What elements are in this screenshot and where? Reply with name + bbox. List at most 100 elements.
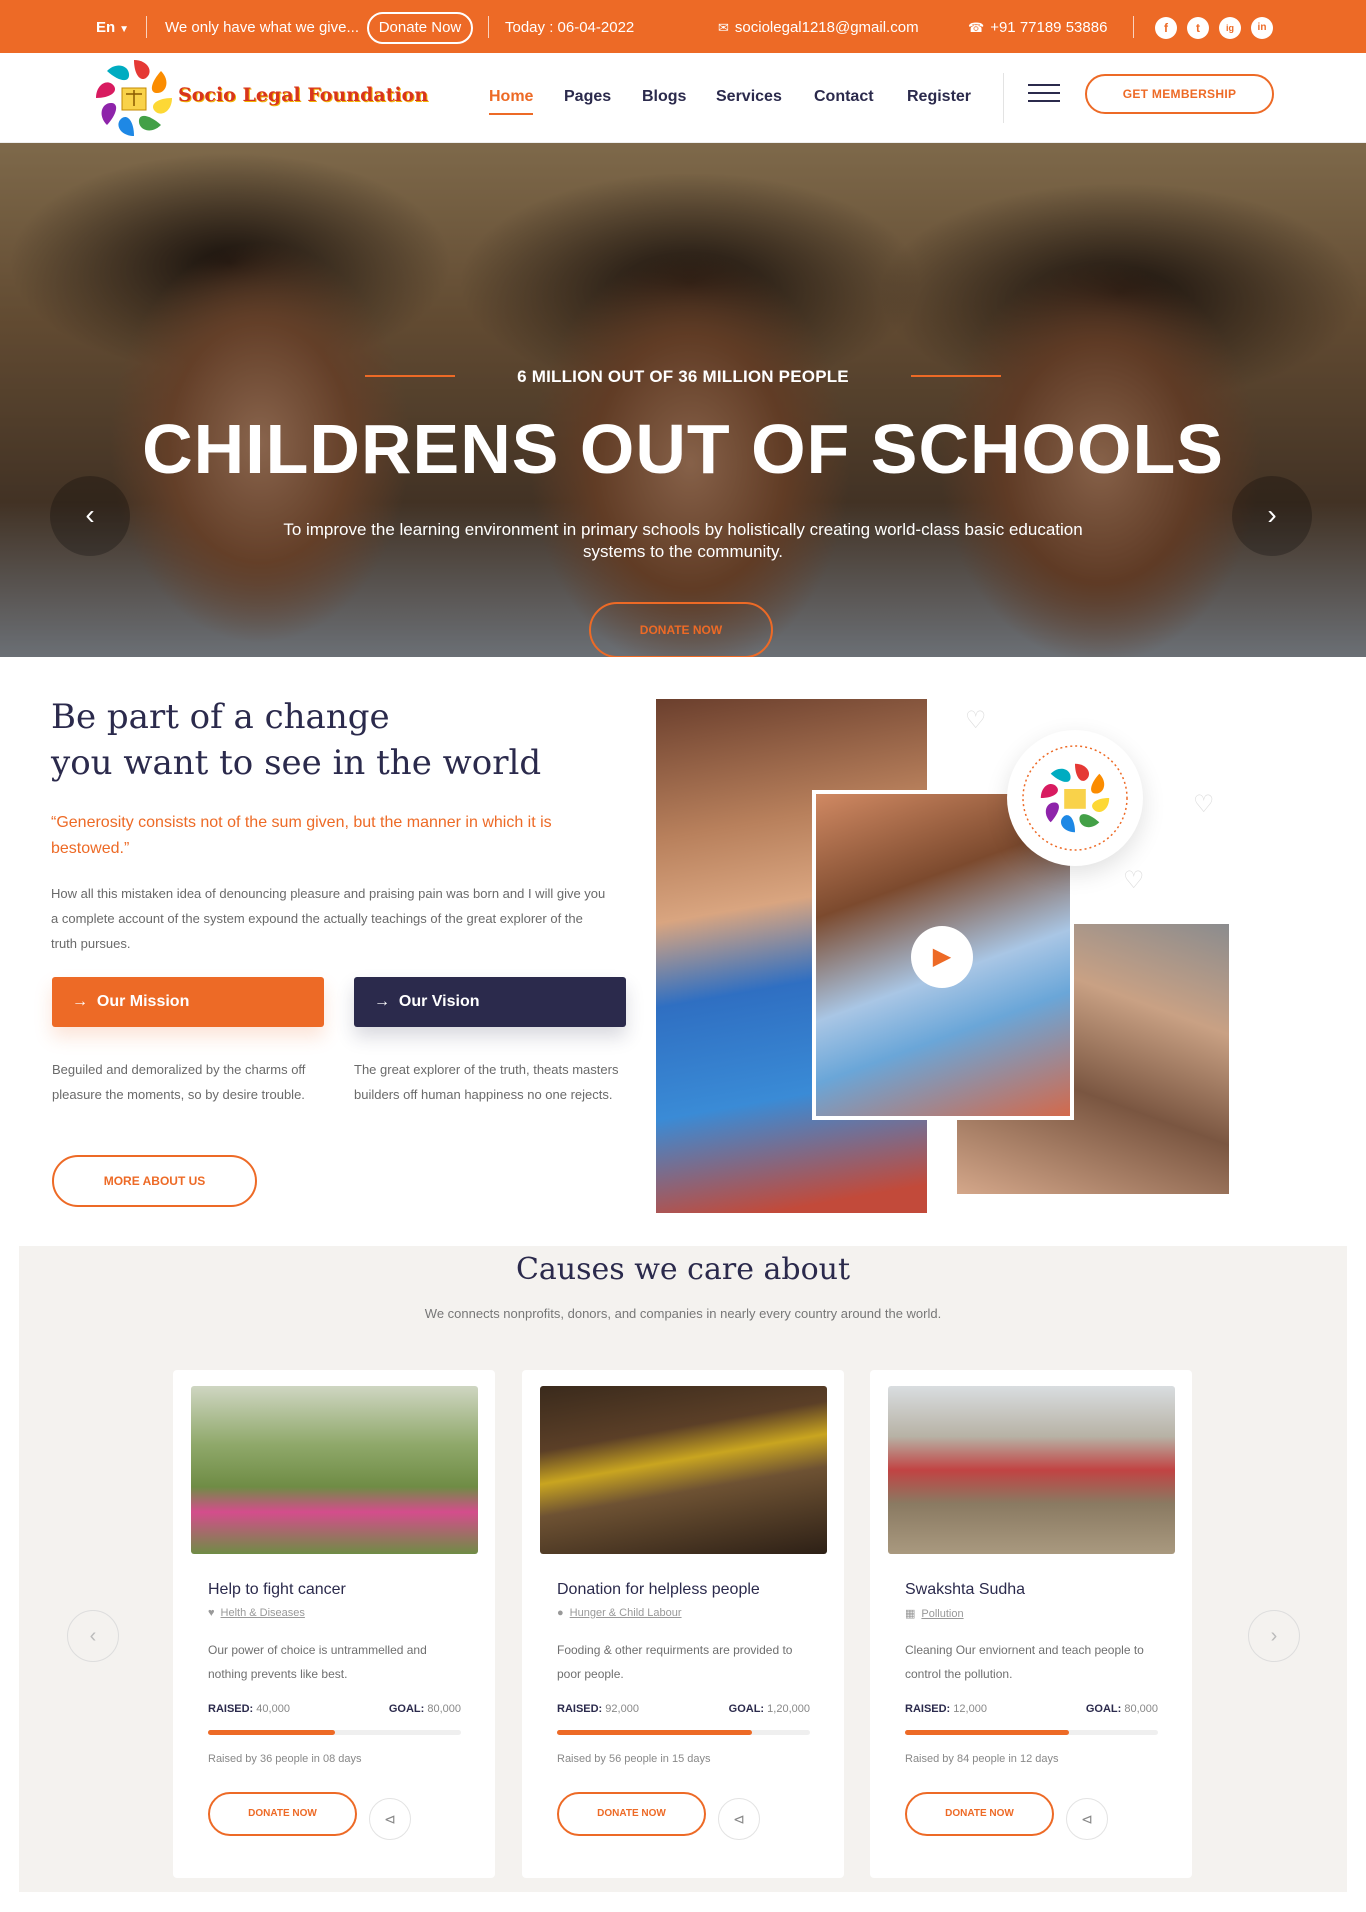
linkedin-icon[interactable]: in: [1251, 17, 1273, 39]
goal-amount: GOAL: 80,000: [389, 1703, 461, 1715]
hero-donate-button[interactable]: DONATE NOW: [589, 602, 773, 657]
share-icon[interactable]: ⊲: [718, 1798, 760, 1840]
divider: [1003, 73, 1004, 123]
progress-bar: [208, 1730, 461, 1735]
about-paragraph: How all this mistaken idea of denouncing…: [51, 886, 606, 951]
our-mission-button[interactable]: → Our Mission: [52, 977, 324, 1027]
chevron-right-icon[interactable]: ›: [1248, 1610, 1300, 1662]
about-title: Be part of a change you want to see in t…: [51, 694, 541, 786]
brand-name[interactable]: Socio Legal Foundation: [178, 84, 428, 106]
cause-image: [888, 1386, 1175, 1554]
raised-byline: Raised by 84 people in 12 days: [905, 1753, 1059, 1765]
donate-now-button[interactable]: DONATE NOW: [208, 1792, 357, 1836]
divider: [488, 16, 489, 38]
raised-amount: RAISED: 92,000: [557, 1703, 639, 1715]
donate-now-pill[interactable]: Donate Now: [367, 12, 473, 44]
cause-description: Fooding & other requirments are provided…: [557, 1643, 793, 1681]
hero-slider: 6 MILLION OUT OF 36 MILLION PEOPLE CHILD…: [0, 143, 1366, 657]
hero-pretitle: 6 MILLION OUT OF 36 MILLION PEOPLE: [517, 367, 849, 386]
nav-home[interactable]: Home: [489, 88, 533, 106]
cause-card: Help to fight cancer ♥ Helth & Diseases O…: [173, 1370, 495, 1878]
hamburger-menu-icon[interactable]: [1028, 84, 1060, 104]
top-bar: En ▼ We only have what we give... Donate …: [0, 0, 1366, 53]
raised-byline: Raised by 36 people in 08 days: [208, 1753, 362, 1765]
goal-value: 80,000: [427, 1703, 461, 1715]
language-selector[interactable]: En ▼: [96, 19, 129, 36]
category-link[interactable]: Helth & Diseases: [221, 1607, 305, 1619]
chevron-left-icon[interactable]: ‹: [50, 476, 130, 556]
heart-icon: ♡: [1123, 867, 1145, 894]
our-vision-button[interactable]: → Our Vision: [354, 977, 626, 1027]
vision-text: The great explorer of the truth, theats …: [354, 1062, 619, 1102]
goal-value: 1,20,000: [767, 1703, 810, 1715]
phone-icon: ☎: [968, 20, 985, 35]
more-about-us-button[interactable]: MORE ABOUT US: [52, 1155, 257, 1207]
heart-icon: ♡: [1193, 791, 1215, 818]
donate-now-button[interactable]: DONATE NOW: [557, 1792, 706, 1836]
nav-blogs[interactable]: Blogs: [642, 88, 686, 106]
progress-fill: [905, 1730, 1070, 1735]
category-link[interactable]: Pollution: [921, 1608, 963, 1620]
progress-fill: [208, 1730, 335, 1735]
progress-fill: [557, 1730, 752, 1735]
raised-value: 12,000: [953, 1703, 987, 1715]
get-membership-button[interactable]: GET MEMBERSHIP: [1085, 74, 1274, 114]
twitter-icon[interactable]: t: [1187, 17, 1209, 39]
raised-byline: Raised by 56 people in 15 days: [557, 1753, 711, 1765]
cause-category: ▦ Pollution: [905, 1607, 964, 1620]
about-title-line1: Be part of a change: [51, 697, 390, 737]
raised-label: RAISED:: [557, 1703, 603, 1715]
goal-label: GOAL:: [1085, 1703, 1122, 1715]
email-link[interactable]: ✉ sociolegal1218@gmail.com: [718, 19, 919, 36]
raised-label: RAISED:: [208, 1703, 254, 1715]
chevron-left-icon[interactable]: ‹: [67, 1610, 119, 1662]
email-text: sociolegal1218@gmail.com: [734, 19, 919, 36]
cause-image: [191, 1386, 478, 1554]
play-video-icon[interactable]: ▶: [911, 926, 973, 988]
raised-amount: RAISED: 40,000: [208, 1703, 290, 1715]
logo-icon: [1022, 745, 1128, 851]
progress-bar: [557, 1730, 810, 1735]
nav-services[interactable]: Services: [716, 88, 782, 106]
cause-category: ● Hunger & Child Labour: [557, 1607, 682, 1619]
cause-image: [540, 1386, 827, 1554]
cause-category: ♥ Helth & Diseases: [208, 1607, 305, 1619]
cause-title[interactable]: Donation for helpless people: [557, 1581, 760, 1599]
phone-text: +91 77189 53886: [990, 19, 1108, 36]
goal-label: GOAL:: [388, 1703, 425, 1715]
phone-link[interactable]: ☎ +91 77189 53886: [968, 19, 1107, 36]
progress-bar: [905, 1730, 1158, 1735]
arrow-right-icon: →: [374, 993, 390, 1010]
instagram-icon[interactable]: ig: [1219, 17, 1241, 39]
causes-subtitle: We connects nonprofits, donors, and comp…: [424, 1306, 942, 1321]
category-link[interactable]: Hunger & Child Labour: [570, 1607, 682, 1619]
causes-title: Causes we care about: [515, 1252, 851, 1287]
book-icon: ▦: [905, 1608, 916, 1620]
cause-title[interactable]: Swakshta Sudha: [905, 1581, 1025, 1599]
donate-now-button[interactable]: DONATE NOW: [905, 1792, 1054, 1836]
chevron-right-icon[interactable]: ›: [1232, 476, 1312, 556]
nav-register[interactable]: Register: [907, 88, 971, 106]
nav-active-indicator: [489, 113, 533, 115]
nav-pages[interactable]: Pages: [564, 88, 611, 106]
logo-icon[interactable]: [92, 56, 176, 140]
nav-contact[interactable]: Contact: [814, 88, 874, 106]
divider: [146, 16, 147, 38]
arrow-right-icon: →: [72, 993, 88, 1010]
cause-description: Our power of choice is untrammelled and …: [208, 1643, 427, 1681]
language-label: En: [96, 19, 116, 36]
hero-title: CHILDRENS OUT OF SCHOOLS: [142, 410, 1224, 488]
vision-label: Our Vision: [398, 993, 480, 1010]
goal-label: GOAL:: [728, 1703, 765, 1715]
about-title-line2: you want to see in the world: [51, 743, 542, 783]
ticker-text: We only have what we give...: [165, 19, 359, 36]
logo-badge: [1007, 730, 1143, 866]
chevron-down-icon: ▼: [119, 24, 130, 35]
cause-title[interactable]: Help to fight cancer: [208, 1581, 346, 1599]
goal-value: 80,000: [1124, 1703, 1158, 1715]
facebook-icon[interactable]: f: [1155, 17, 1177, 39]
share-icon[interactable]: ⊲: [1066, 1798, 1108, 1840]
mission-text: Beguiled and demoralized by the charms o…: [52, 1062, 306, 1102]
divider: [1133, 16, 1134, 38]
share-icon[interactable]: ⊲: [369, 1798, 411, 1840]
